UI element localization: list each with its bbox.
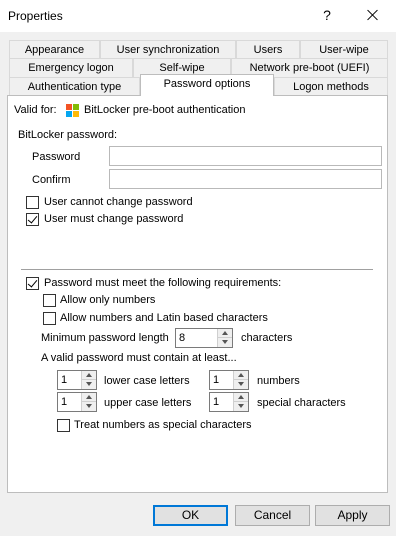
- confirm-label: Confirm: [32, 174, 71, 186]
- close-button[interactable]: [362, 4, 384, 26]
- user-must-change-label: User must change password: [44, 213, 184, 225]
- spin-down-icon[interactable]: [218, 338, 232, 347]
- min-length-unit: characters: [241, 332, 293, 344]
- numbers-latin-checkbox[interactable]: [43, 312, 56, 325]
- special-chars-label: special characters: [257, 397, 346, 409]
- lower-case-value: 1: [61, 374, 68, 386]
- upper-case-spinner[interactable]: 1: [57, 392, 97, 412]
- special-chars-spinner[interactable]: 1: [209, 392, 249, 412]
- tab-authentication-type[interactable]: Authentication type: [9, 77, 140, 96]
- password-options-panel: Valid for: BitLocker pre-boot authentica…: [7, 95, 388, 493]
- treat-numbers-checkbox[interactable]: [57, 419, 70, 432]
- tab-appearance[interactable]: Appearance: [9, 40, 100, 59]
- min-length-label: Minimum password length: [41, 332, 169, 344]
- bitlocker-password-label: BitLocker password:: [18, 129, 118, 141]
- meet-requirements-label: Password must meet the following require…: [44, 277, 282, 289]
- user-cannot-change-label: User cannot change password: [44, 196, 193, 208]
- spin-up-icon[interactable]: [82, 393, 96, 402]
- windows-logo-icon: [66, 104, 80, 118]
- title-bar: Properties ?: [0, 0, 396, 32]
- numbers-latin-label: Allow numbers and Latin based characters: [60, 312, 268, 324]
- tab-user-wipe[interactable]: User-wipe: [300, 40, 388, 59]
- tab-emergency-logon[interactable]: Emergency logon: [9, 58, 133, 77]
- treat-numbers-label: Treat numbers as special characters: [74, 419, 252, 431]
- spin-up-icon[interactable]: [82, 371, 96, 380]
- upper-case-label: upper case letters: [104, 397, 192, 409]
- confirm-input[interactable]: [109, 169, 382, 189]
- spin-down-icon[interactable]: [82, 380, 96, 389]
- window-title: Properties: [8, 9, 63, 23]
- help-button[interactable]: ?: [316, 4, 338, 26]
- user-must-change-checkbox[interactable]: [26, 213, 39, 226]
- spin-up-icon[interactable]: [234, 371, 248, 380]
- user-cannot-change-checkbox[interactable]: [26, 196, 39, 209]
- tab-users[interactable]: Users: [236, 40, 300, 59]
- min-length-spinner[interactable]: 8: [175, 328, 233, 348]
- spin-down-icon[interactable]: [82, 402, 96, 411]
- min-length-value: 8: [179, 332, 186, 344]
- cancel-button[interactable]: Cancel: [235, 505, 310, 526]
- ok-button[interactable]: OK: [153, 505, 228, 526]
- only-numbers-checkbox[interactable]: [43, 294, 56, 307]
- tab-user-synchronization[interactable]: User synchronization: [100, 40, 236, 59]
- spin-down-icon[interactable]: [234, 402, 248, 411]
- password-label: Password: [32, 151, 81, 163]
- special-chars-value: 1: [213, 396, 220, 408]
- lower-case-label: lower case letters: [104, 375, 190, 387]
- valid-for-label: Valid for:: [14, 104, 57, 116]
- valid-for-value: BitLocker pre-boot authentication: [84, 104, 246, 116]
- numbers-label: numbers: [257, 375, 300, 387]
- meet-requirements-checkbox[interactable]: [26, 277, 39, 290]
- upper-case-value: 1: [61, 396, 68, 408]
- apply-button[interactable]: Apply: [315, 505, 390, 526]
- lower-case-spinner[interactable]: 1: [57, 370, 97, 390]
- numbers-value: 1: [213, 374, 220, 386]
- spin-up-icon[interactable]: [234, 393, 248, 402]
- only-numbers-label: Allow only numbers: [60, 294, 156, 306]
- tab-password-options[interactable]: Password options: [140, 74, 274, 96]
- tab-logon-methods[interactable]: Logon methods: [274, 77, 388, 96]
- spin-down-icon[interactable]: [234, 380, 248, 389]
- numbers-spinner[interactable]: 1: [209, 370, 249, 390]
- contain-label: A valid password must contain at least..…: [41, 352, 237, 364]
- spin-up-icon[interactable]: [218, 329, 232, 338]
- separator: [21, 269, 373, 270]
- password-input[interactable]: [109, 146, 382, 166]
